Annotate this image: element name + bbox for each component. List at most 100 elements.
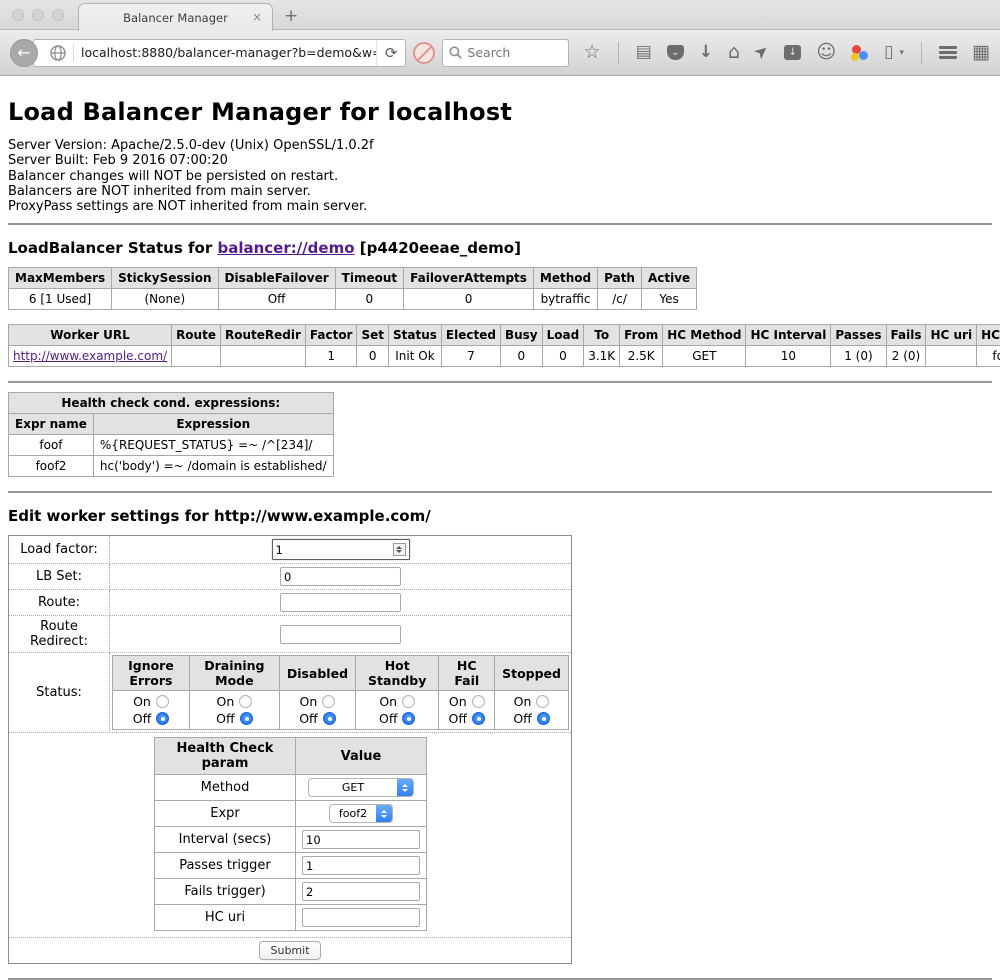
cell-busy: 0 — [500, 346, 542, 367]
globe-icon — [50, 45, 66, 61]
search-input[interactable] — [467, 45, 557, 60]
route-redirect-input[interactable] — [280, 625, 401, 644]
color-dots-extension-icon[interactable] — [851, 45, 869, 61]
route-redirect-label: Route Redirect: — [9, 616, 110, 653]
balancer-demo-link[interactable]: balancer://demo — [217, 239, 354, 257]
cell-method: bytraffic — [533, 289, 597, 310]
lb-set-input[interactable] — [280, 567, 401, 586]
inherit-note-line: Balancers are NOT inherited from main se… — [8, 184, 992, 199]
hc-interval-input[interactable] — [302, 830, 420, 849]
ignore-errors-on-radio[interactable] — [156, 695, 169, 708]
stopped-on-radio[interactable] — [536, 695, 549, 708]
hc-fail-on-radio[interactable] — [472, 695, 485, 708]
health-check-params-row: Health Check param Value Method GET — [9, 733, 572, 938]
load-factor-input[interactable] — [273, 542, 393, 558]
hot-standby-off-radio[interactable] — [402, 712, 415, 725]
heading-suffix: [p4420eeae_demo] — [355, 239, 521, 257]
load-factor-input-wrap — [272, 539, 410, 560]
cell-path: /c/ — [598, 289, 642, 310]
search-icon — [449, 46, 462, 59]
hc-fail-off-radio[interactable] — [472, 712, 485, 725]
status-radio-row: On Off On Off On Off On — [113, 691, 569, 730]
hc-fails-input[interactable] — [302, 882, 420, 901]
container-caret-icon[interactable]: ▾ — [900, 48, 905, 58]
col-disabled: Disabled — [279, 656, 355, 691]
number-stepper-icon[interactable] — [393, 543, 406, 556]
draining-mode-off-radio[interactable] — [240, 712, 253, 725]
health-check-expressions-table: Health check cond. expressions: Expr nam… — [8, 392, 334, 477]
home-icon[interactable]: ⌂ — [728, 43, 740, 62]
cell-route — [172, 346, 221, 367]
minimize-window-button[interactable] — [32, 9, 44, 21]
forum-smiley-icon[interactable]: ☺ — [816, 43, 836, 62]
pocket-icon[interactable]: ⌄ — [667, 45, 684, 60]
bookmark-star-icon[interactable]: ☆ — [584, 43, 601, 62]
col-disablefailover: DisableFailover — [218, 268, 335, 289]
col-hot-standby: Hot Standby — [356, 656, 439, 691]
grid-extension-icon[interactable]: ▦ — [972, 43, 990, 62]
hc-interval-row: Interval (secs) — [155, 827, 427, 853]
disabled-on-radio[interactable] — [322, 695, 335, 708]
proxypass-note-line: ProxyPass settings are NOT inherited fro… — [8, 199, 992, 214]
window-controls[interactable] — [12, 9, 64, 21]
download-panel-icon[interactable]: ↓ — [784, 45, 801, 60]
load-factor-cell — [110, 536, 572, 564]
off-label: Off — [299, 710, 317, 727]
cell-fails: 2 (0) — [886, 346, 926, 367]
submit-button[interactable]: Submit — [259, 941, 320, 960]
balancer-status-table: MaxMembers StickySession DisableFailover… — [8, 267, 697, 310]
hc-fail-radios: On Off — [439, 691, 495, 730]
hc-passes-input[interactable] — [302, 856, 420, 875]
col-busy: Busy — [500, 325, 542, 346]
cell-hc-interval: 10 — [746, 346, 831, 367]
cell-factor: 1 — [305, 346, 357, 367]
disabled-off-radio[interactable] — [323, 712, 336, 725]
hc-uri-input[interactable] — [302, 908, 420, 927]
container-icon[interactable]: ▯ — [884, 44, 893, 61]
toolbar-divider — [618, 42, 619, 64]
tab-close-icon[interactable]: × — [252, 10, 262, 24]
load-factor-row: Load factor: — [9, 536, 572, 564]
menu-icon[interactable] — [939, 46, 957, 59]
content-blocked-icon[interactable] — [413, 42, 435, 64]
hot-standby-on-radio[interactable] — [402, 695, 415, 708]
downloads-icon[interactable]: ↓ — [699, 44, 713, 61]
route-input[interactable] — [280, 593, 401, 612]
col-active: Active — [641, 268, 696, 289]
divider — [8, 491, 992, 493]
url-text[interactable]: localhost:8880/balancer-manager?b=demo&w… — [81, 45, 376, 60]
send-tab-icon[interactable]: ➤ — [751, 41, 773, 63]
hc-expr-cell: foof2 — [296, 801, 427, 827]
stopped-off-radio[interactable] — [537, 712, 550, 725]
worker-url-link[interactable]: http://www.example.com/ — [13, 349, 167, 363]
cell-hc-uri — [926, 346, 977, 367]
method-select[interactable]: GET — [308, 778, 414, 797]
divider — [8, 381, 992, 383]
select-arrows-icon — [397, 778, 413, 797]
cell-failoverattempts: 0 — [404, 289, 534, 310]
server-built-line: Server Built: Feb 9 2016 07:00:20 — [8, 153, 992, 168]
table-header-row: Worker URL Route RouteRedir Factor Set S… — [9, 325, 1000, 346]
reading-list-icon[interactable]: ▤ — [636, 44, 652, 61]
hc-expr-row: Expr foof2 — [155, 801, 427, 827]
ignore-errors-off-radio[interactable] — [156, 712, 169, 725]
expr-select[interactable]: foof2 — [329, 804, 393, 823]
url-bar[interactable]: localhost:8880/balancer-manager?b=demo&w… — [33, 39, 406, 67]
new-tab-button[interactable]: + — [284, 6, 298, 26]
draining-mode-on-radio[interactable] — [239, 695, 252, 708]
cell-hc-method: GET — [663, 346, 746, 367]
route-redirect-row: Route Redirect: — [9, 616, 572, 653]
browser-tab[interactable]: Balancer Manager × — [78, 3, 273, 31]
col-passes: Passes — [831, 325, 886, 346]
search-box[interactable] — [442, 39, 568, 67]
col-stickysession: StickySession — [112, 268, 218, 289]
close-window-button[interactable] — [12, 9, 24, 21]
reload-icon[interactable]: ⟳ — [376, 40, 406, 66]
cell-expr-name: foof2 — [9, 456, 94, 477]
back-button[interactable]: ← — [10, 39, 38, 67]
expr-title-row: Health check cond. expressions: — [9, 393, 334, 414]
zoom-window-button[interactable] — [52, 9, 64, 21]
persist-note-line: Balancer changes will NOT be persisted o… — [8, 169, 992, 184]
col-fails: Fails — [886, 325, 926, 346]
cell-expression: hc('body') =~ /domain is established/ — [93, 456, 333, 477]
